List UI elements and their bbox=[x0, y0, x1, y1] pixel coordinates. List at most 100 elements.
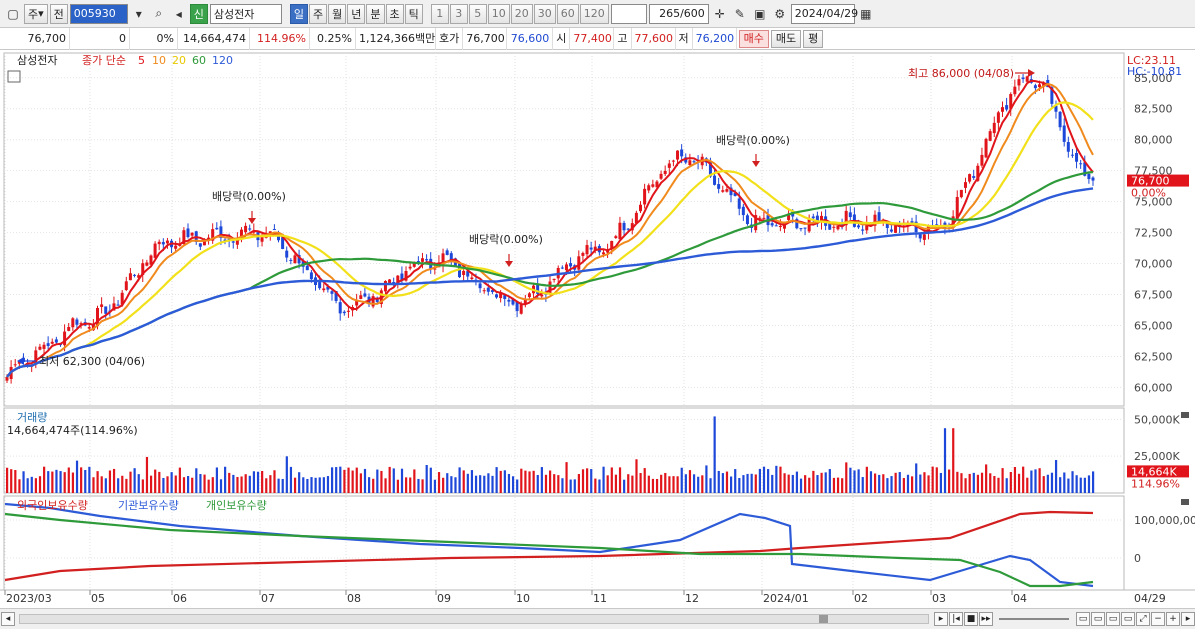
credit-badge: 신 bbox=[189, 3, 208, 24]
date-input[interactable]: 2024/04/29 bbox=[790, 3, 858, 24]
candle-body bbox=[692, 161, 696, 163]
candle-body bbox=[688, 160, 692, 166]
interval-tab-30[interactable]: 30 bbox=[533, 3, 556, 24]
volume-bar bbox=[544, 474, 548, 493]
candle-body bbox=[507, 299, 511, 302]
chart-area[interactable]: 85,00082,50080,00077,50075,00072,50070,0… bbox=[0, 50, 1195, 608]
draw-icon[interactable]: ✎ bbox=[731, 4, 749, 24]
crosshair-icon[interactable]: ✛ bbox=[711, 4, 729, 24]
annot-dividend-2: 배당락(0.00%) bbox=[469, 233, 543, 246]
volume-bar bbox=[96, 471, 99, 493]
prev-button[interactable]: 전 bbox=[49, 3, 68, 24]
interval-tab-120[interactable]: 120 bbox=[579, 3, 609, 24]
candle-body bbox=[289, 259, 293, 261]
scrollbar-thumb[interactable] bbox=[819, 615, 829, 623]
zoom-out-icon[interactable]: − bbox=[1151, 612, 1165, 626]
period-tab-4[interactable]: 분 bbox=[366, 3, 385, 24]
search-icon[interactable]: ⌕ bbox=[150, 4, 168, 24]
interval-tab-3[interactable]: 3 bbox=[449, 3, 468, 24]
buy-button[interactable]: 매수 bbox=[738, 29, 769, 48]
candle-body bbox=[1033, 85, 1037, 89]
volume-bar bbox=[240, 476, 243, 493]
price-tick-label: 60,000 bbox=[1134, 381, 1173, 394]
play-icon[interactable]: ▸▸ bbox=[979, 612, 993, 626]
scroll-left-icon[interactable]: ◂ bbox=[1, 612, 15, 626]
candle-body bbox=[1062, 125, 1066, 142]
type-select[interactable]: 주 ▾ bbox=[24, 3, 48, 24]
volume-bar bbox=[293, 477, 297, 493]
gear-icon[interactable]: ⚙ bbox=[771, 4, 789, 24]
volume-bar bbox=[1054, 460, 1058, 493]
volume-bar bbox=[684, 474, 687, 493]
first-icon[interactable]: |◂ bbox=[949, 612, 963, 626]
volume-bar bbox=[692, 474, 696, 493]
type-label: 주 bbox=[28, 7, 39, 21]
speaker-icon[interactable]: ◂ bbox=[170, 4, 188, 24]
candle-body bbox=[50, 341, 54, 344]
period-tab-6[interactable]: 틱 bbox=[404, 3, 423, 24]
volume-bar bbox=[437, 472, 441, 493]
volume-bar bbox=[623, 479, 626, 493]
stock-name-field[interactable]: 삼성전자 bbox=[209, 3, 282, 24]
calendar-icon[interactable]: ▦ bbox=[857, 4, 875, 24]
layout-2-icon[interactable]: ▭ bbox=[1091, 612, 1105, 626]
price-tick-label: 70,000 bbox=[1134, 258, 1173, 271]
sell-button[interactable]: 매도 bbox=[770, 29, 802, 48]
stop-icon[interactable]: ■ bbox=[964, 612, 978, 626]
period-tab-5[interactable]: 초 bbox=[385, 3, 404, 24]
volume-bar bbox=[943, 428, 947, 493]
interval-tab-20[interactable]: 20 bbox=[510, 3, 533, 24]
count-input[interactable]: 265/600 bbox=[648, 3, 709, 24]
interval-input[interactable] bbox=[610, 3, 647, 24]
candle-body bbox=[231, 241, 235, 243]
layout-4-icon[interactable]: ▭ bbox=[1121, 612, 1135, 626]
volume-bar bbox=[923, 472, 926, 493]
candle-body bbox=[359, 295, 363, 299]
candle-body bbox=[1017, 79, 1021, 86]
candle-body bbox=[717, 184, 721, 189]
interval-tab-5[interactable]: 5 bbox=[468, 3, 487, 24]
code-input[interactable]: 005930 bbox=[69, 3, 128, 24]
volume-bar bbox=[55, 469, 58, 493]
volume-bar bbox=[265, 478, 268, 493]
volume-bar bbox=[528, 471, 531, 493]
candle-body bbox=[984, 138, 988, 158]
candle-body bbox=[1091, 177, 1095, 181]
volume-bar bbox=[129, 471, 132, 493]
volume-bar bbox=[631, 475, 634, 493]
collapse-icon[interactable]: ▸ bbox=[1181, 612, 1195, 626]
legend-ma5: 5 bbox=[138, 54, 145, 67]
volume-bar bbox=[795, 471, 799, 493]
volume-bar bbox=[47, 471, 50, 493]
candle-body bbox=[1079, 163, 1083, 165]
volume-bar bbox=[898, 472, 901, 493]
candle-body bbox=[342, 311, 346, 314]
period-tab-2[interactable]: 월 bbox=[328, 3, 347, 24]
volume-bar bbox=[1050, 472, 1054, 493]
volume-bar bbox=[717, 470, 720, 493]
scroll-right-icon[interactable]: ▸ bbox=[934, 612, 948, 626]
current-volume-pct: 114.96% bbox=[1131, 477, 1180, 490]
interval-tab-1[interactable]: 1 bbox=[430, 3, 449, 24]
period-tab-3[interactable]: 년 bbox=[347, 3, 366, 24]
avg-button[interactable]: 평 bbox=[803, 29, 824, 48]
window-icon[interactable]: ▢ bbox=[4, 4, 22, 24]
volume-bar bbox=[590, 469, 593, 493]
layout-3-icon[interactable]: ▭ bbox=[1106, 612, 1120, 626]
candle-body bbox=[482, 290, 486, 292]
zoom-in-icon[interactable]: + bbox=[1166, 612, 1180, 626]
zoom-slider[interactable] bbox=[999, 618, 1069, 620]
period-tab-1[interactable]: 주 bbox=[309, 3, 328, 24]
scrollbar-track[interactable] bbox=[19, 614, 929, 624]
volume-bar bbox=[149, 475, 153, 493]
volume-bar bbox=[540, 467, 543, 493]
chevron-down-icon[interactable]: ▾ bbox=[130, 4, 148, 24]
candle-body bbox=[963, 182, 967, 188]
volume-bar bbox=[137, 474, 140, 493]
save-icon[interactable]: ▣ bbox=[751, 4, 769, 24]
interval-tab-60[interactable]: 60 bbox=[556, 3, 579, 24]
zoom-fit-icon[interactable]: ⤢ bbox=[1136, 612, 1150, 626]
layout-1-icon[interactable]: ▭ bbox=[1076, 612, 1090, 626]
interval-tab-10[interactable]: 10 bbox=[487, 3, 510, 24]
period-tab-0[interactable]: 일 bbox=[289, 3, 309, 24]
